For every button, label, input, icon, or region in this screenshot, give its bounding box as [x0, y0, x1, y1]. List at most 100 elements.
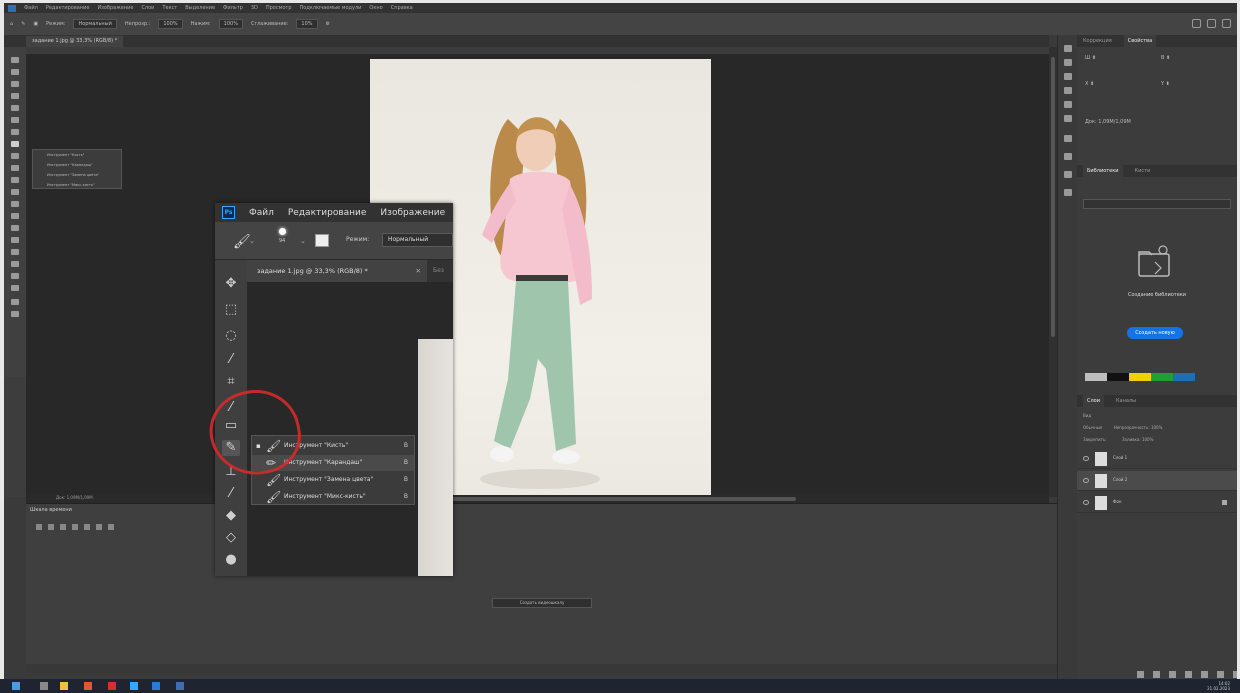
layers-fill[interactable]: Заливка: 100%	[1122, 437, 1153, 442]
tab-layers[interactable]: Слои	[1083, 395, 1104, 407]
app-icon[interactable]	[108, 682, 116, 690]
vertical-scrollbar[interactable]	[1049, 47, 1057, 497]
search-icon[interactable]	[1192, 19, 1201, 28]
create-library-button[interactable]: Создать новую	[1127, 327, 1183, 339]
menu-layers[interactable]: Слои	[141, 5, 154, 11]
play-icon[interactable]	[60, 524, 66, 530]
tab-properties[interactable]: Свойства	[1123, 35, 1157, 47]
menu-3d[interactable]: 3D	[251, 5, 258, 11]
settings-gear-icon[interactable]: ⚙	[326, 21, 330, 27]
height-field[interactable]: В ⬍	[1161, 55, 1170, 61]
swatch-black[interactable]	[1107, 373, 1129, 381]
flow-field[interactable]: 100%	[218, 19, 243, 29]
layers-blend-mode-value[interactable]: Обычные	[1083, 425, 1102, 430]
split-icon[interactable]	[108, 524, 114, 530]
brush-tool-icon[interactable]: ✎	[21, 21, 25, 27]
layers-filter-kind[interactable]: Вид	[1083, 411, 1231, 421]
app2-icon[interactable]	[152, 682, 160, 690]
visibility-eye-icon[interactable]	[1083, 500, 1089, 505]
start-icon[interactable]	[12, 682, 20, 690]
menu-select[interactable]: Выделение	[185, 5, 215, 11]
share-icon[interactable]	[1222, 19, 1231, 28]
brush-tool-icon[interactable]	[11, 141, 19, 147]
edit-toolbar-icon[interactable]	[11, 311, 19, 317]
tab-brushes[interactable]: Кисти	[1135, 168, 1151, 174]
document-tab[interactable]: задание 1.jpg @ 33,3% (RGB/8) *	[26, 36, 124, 47]
eraser-tool-icon[interactable]	[11, 177, 19, 183]
swatch-gray[interactable]	[1085, 373, 1107, 381]
adjustment-layer-icon[interactable]	[1185, 671, 1192, 678]
menu-filter[interactable]: Фильтр	[223, 5, 243, 11]
hand-tool-icon[interactable]	[11, 273, 19, 279]
history-panel-icon[interactable]	[1064, 45, 1072, 52]
magic-wand-tool-icon[interactable]	[11, 93, 19, 99]
close-icon[interactable]: ✕	[416, 260, 421, 282]
inset-menu-file[interactable]: Файл	[249, 208, 274, 218]
menu-image[interactable]: Изображение	[97, 5, 133, 11]
shape-tool-icon[interactable]	[11, 261, 19, 267]
blur-tool-icon[interactable]	[11, 201, 19, 207]
lasso-tool-icon[interactable]	[11, 81, 19, 87]
eyedropper-tool-icon[interactable]	[11, 117, 19, 123]
swatch-blue[interactable]	[1173, 373, 1195, 381]
mask-icon[interactable]	[1169, 671, 1176, 678]
opacity-field[interactable]: 100%	[158, 19, 183, 29]
search-icon[interactable]	[40, 682, 48, 690]
timeline-tab[interactable]: Шкала времени	[30, 507, 72, 513]
properties-panel-icon[interactable]	[1064, 59, 1072, 66]
prev-frame-icon[interactable]	[48, 524, 54, 530]
vertical-scroll-thumb[interactable]	[1051, 57, 1055, 337]
inset-menu-image[interactable]: Изображение	[380, 208, 445, 218]
layer-row-background[interactable]: Фон	[1077, 493, 1237, 513]
adjustments-panel-icon[interactable]	[1064, 73, 1072, 80]
marquee-tool-icon[interactable]	[11, 69, 19, 75]
move-tool-icon[interactable]	[11, 57, 19, 63]
brush-size-picker[interactable]: 94	[273, 228, 291, 244]
tab-adjustments[interactable]: Коррекция	[1083, 38, 1112, 44]
dodge-tool-icon[interactable]	[11, 213, 19, 219]
swatches-panel-icon[interactable]	[1064, 135, 1072, 142]
menu-plugins[interactable]: Подключаемые модули	[300, 5, 362, 11]
magic-wand-tool-icon[interactable]: ⁄	[222, 352, 240, 368]
new-layer-icon[interactable]	[1217, 671, 1224, 678]
tab-libraries[interactable]: Библиотеки	[1083, 165, 1123, 177]
y-field[interactable]: Y ⬍	[1161, 81, 1170, 87]
flyout-item-mixer-brush[interactable]: 🖌 Инструмент "Микс-кисть" B	[252, 489, 414, 505]
menu-file[interactable]: Файл	[24, 5, 38, 11]
trash-icon[interactable]	[1233, 671, 1237, 678]
paths-panel-icon[interactable]	[1064, 153, 1072, 160]
link-layers-icon[interactable]	[1137, 671, 1144, 678]
brush-settings-panel-icon[interactable]	[1064, 87, 1072, 94]
flyout-item-brush-small[interactable]: Инструмент "Кисть"	[33, 151, 121, 160]
group-icon[interactable]	[1201, 671, 1208, 678]
visibility-eye-icon[interactable]	[1083, 478, 1089, 483]
chevron-down-icon[interactable]: ⌄	[249, 237, 255, 245]
actions-panel-icon[interactable]	[1064, 189, 1072, 196]
mode-select[interactable]: Нормальный	[73, 19, 117, 29]
move-tool-icon[interactable]: ✥	[222, 276, 240, 292]
pen-tool-icon[interactable]	[11, 225, 19, 231]
menu-type[interactable]: Текст	[162, 5, 177, 11]
visibility-eye-icon[interactable]	[1083, 456, 1089, 461]
brush-panel-icon[interactable]: ▣	[33, 21, 38, 27]
menu-help[interactable]: Справка	[391, 5, 413, 11]
inset-second-tab[interactable]: Без	[433, 260, 444, 282]
horizontal-scrollbar[interactable]	[26, 495, 1049, 503]
stamp-tool-icon[interactable]	[11, 153, 19, 159]
home-icon[interactable]: ⌂	[10, 21, 13, 27]
app3-icon[interactable]	[176, 682, 184, 690]
smoothing-field[interactable]: 10%	[296, 19, 318, 29]
lasso-tool-icon[interactable]: ◌	[222, 328, 240, 344]
libraries-search-input[interactable]	[1083, 199, 1231, 209]
audio-icon[interactable]	[84, 524, 90, 530]
path-selection-tool-icon[interactable]	[11, 249, 19, 255]
history-brush-tool-icon[interactable]	[11, 165, 19, 171]
explorer-icon[interactable]	[60, 682, 68, 690]
first-frame-icon[interactable]	[36, 524, 42, 530]
more-tools-icon[interactable]	[11, 299, 19, 305]
character-panel-icon[interactable]	[1064, 115, 1072, 122]
settings-icon[interactable]	[96, 524, 102, 530]
history-brush-tool-icon[interactable]: ⁄	[222, 486, 240, 502]
x-field[interactable]: X ⬍	[1085, 81, 1094, 87]
create-video-timeline-button[interactable]: Создать видеошкалу	[492, 598, 592, 608]
